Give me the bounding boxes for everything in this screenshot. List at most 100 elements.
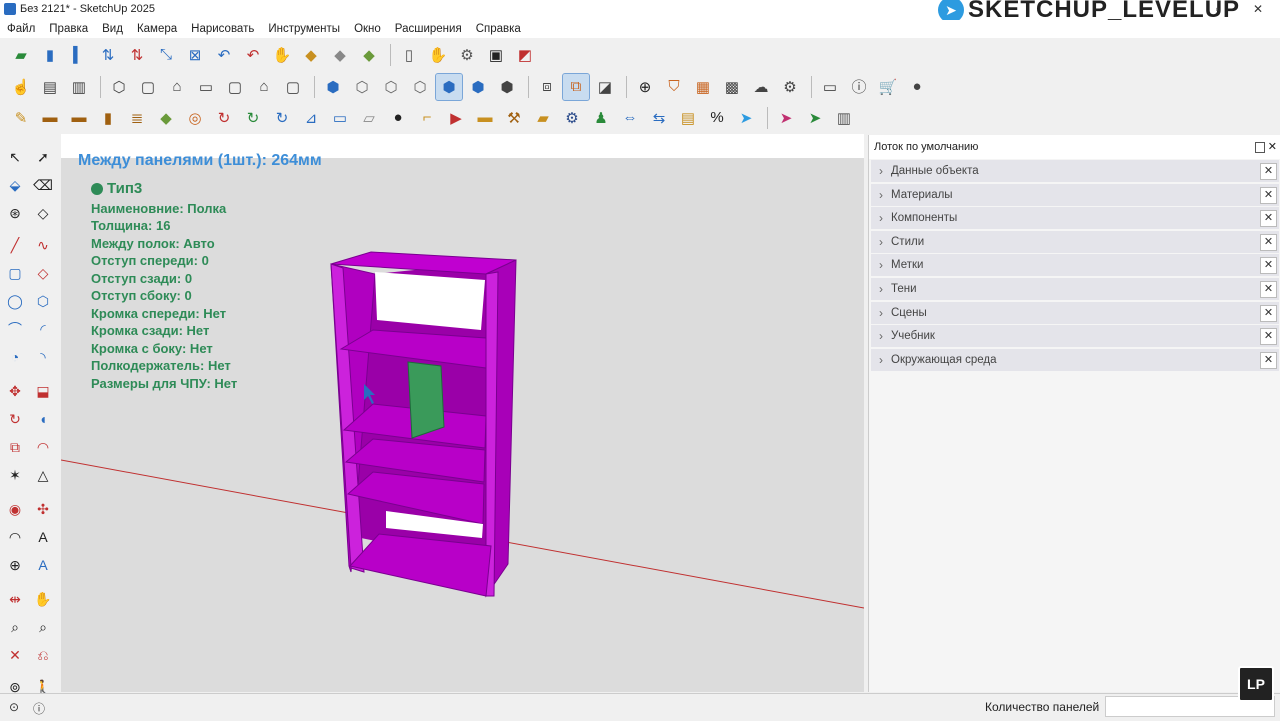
right-view-icon[interactable]: ▭ [193,74,219,100]
lasso-icon[interactable]: ➚ [32,146,54,168]
dimension-icon[interactable]: ✣ [32,498,54,520]
vertical-panel-icon[interactable]: ▍ [66,42,92,68]
push-pull-icon[interactable]: ⬓ [32,380,54,402]
section-icon[interactable]: ⧉ [562,72,590,101]
tray-item-components[interactable]: › Компоненты ✕ [871,207,1279,230]
cube-yellow-icon[interactable]: ◆ [298,42,324,68]
menu-tools[interactable]: Инструменты [261,20,347,38]
info-icon[interactable]: ⓘ [846,74,872,100]
close-icon[interactable]: ✕ [1260,280,1277,298]
add-icon[interactable]: ⊕ [632,74,658,100]
swap-icon[interactable]: ⇆ [646,105,672,131]
rectangle-icon[interactable]: ▢ [4,262,26,284]
menu-file[interactable]: Файл [0,20,42,38]
menu-extensions[interactable]: Расширения [388,20,469,38]
document-icon[interactable]: ▤ [37,74,63,100]
close-icon[interactable]: ✕ [1260,257,1277,275]
rotated-rect-icon[interactable]: ◇ [32,262,54,284]
close-window-button[interactable]: ✕ [1248,2,1268,16]
slab-icon[interactable]: ▭ [327,105,353,131]
move-icon[interactable]: ✥ [4,380,26,402]
ruler-icon[interactable]: ▬ [472,105,498,131]
pan-icon[interactable]: ✋ [32,588,54,610]
axes-tool-icon[interactable]: ⊕ [4,554,26,576]
cutlist-icon[interactable]: ◩ [512,42,538,68]
left-view-icon[interactable]: ⌂ [251,74,277,100]
wireframe-icon[interactable]: ⬡ [378,74,404,100]
front-view-icon[interactable]: ⌂ [164,74,190,100]
box-icon[interactable]: ◆ [153,105,179,131]
section-plane-icon[interactable]: ⇹ [4,588,26,610]
tray-item-environment[interactable]: › Окружающая среда ✕ [871,348,1279,371]
cart-icon[interactable]: 🛒 [875,74,901,100]
back-view-icon[interactable]: ▢ [222,74,248,100]
monochrome-icon[interactable]: ⬢ [494,74,520,100]
tray-item-scenes[interactable]: › Сцены ✕ [871,301,1279,324]
pointer-green-icon[interactable]: ➤ [802,105,828,131]
tray-item-styles[interactable]: › Стили ✕ [871,230,1279,253]
arc-icon[interactable]: ⌒ [4,318,26,340]
menu-help[interactable]: Справка [469,20,528,38]
3d-text-icon[interactable]: A [32,554,54,576]
drill-red-icon[interactable]: ▶ [443,105,469,131]
panel-tool-icon[interactable]: ▰ [8,42,34,68]
rotate-left-icon[interactable]: ↶ [211,42,237,68]
menu-view[interactable]: Вид [95,20,130,38]
close-icon[interactable]: ✕ [1260,351,1277,369]
cube-green-icon[interactable]: ◆ [356,42,382,68]
menu-edit[interactable]: Правка [42,20,95,38]
rotate-icon[interactable]: ↻ [4,408,26,430]
pin-icon[interactable] [1255,142,1265,153]
shaded-textures-icon[interactable]: ⬢ [465,74,491,100]
close-icon[interactable]: ✕ [1260,328,1277,346]
ocl-icon[interactable]: ▣ [483,42,509,68]
freehand-icon[interactable]: ∿ [32,234,54,256]
axes-icon[interactable]: ⊿ [298,105,324,131]
resize-icon[interactable]: ⇔ [617,105,643,131]
handle-icon[interactable]: ⌐ [414,105,440,131]
door-icon[interactable]: ▯ [396,42,422,68]
geo-location-icon[interactable]: ⊙ [9,700,19,714]
hidden-line-icon[interactable]: ⬡ [407,74,433,100]
top-view-icon[interactable]: ▢ [135,74,161,100]
rotate90-red-icon[interactable]: ↻ [211,105,237,131]
bottom-view-icon[interactable]: ▢ [280,74,306,100]
stack-icon[interactable]: ≣ [124,105,150,131]
pointer-pink-icon[interactable]: ➤ [773,105,799,131]
xray-icon[interactable]: ⬢ [320,74,346,100]
tag-tool-icon[interactable]: ⊛ [4,202,26,224]
back-edges-icon[interactable]: ⬡ [349,74,375,100]
tape-icon[interactable]: ◎ [182,105,208,131]
arc2-icon[interactable]: ◜ [32,318,54,340]
telegram-tool-icon[interactable]: ➤ [733,105,759,131]
extension-gear-icon[interactable]: ⚙ [777,74,803,100]
close-icon[interactable]: ✕ [1260,304,1277,322]
rotate-blue-icon[interactable]: ↻ [269,105,295,131]
close-icon[interactable]: ✕ [1260,186,1277,204]
eraser-icon[interactable]: ⌫ [32,174,54,196]
figure-icon[interactable]: ♟ [588,105,614,131]
erase-alt-icon[interactable]: ◇ [32,202,54,224]
percent-icon[interactable]: % [704,105,730,131]
building-icon[interactable]: ▦ [690,74,716,100]
drill-icon[interactable]: ⚒ [501,105,527,131]
triangle-icon[interactable]: △ [32,464,54,486]
checker-icon[interactable]: ▩ [719,74,745,100]
arc3-icon[interactable]: ◝ [32,346,54,368]
circle-icon[interactable]: ◯ [4,290,26,312]
close-icon[interactable]: ✕ [1260,210,1277,228]
zoom-window-icon[interactable]: ⌕ [32,616,54,638]
undo-red-icon[interactable]: ↶ [240,42,266,68]
menu-window[interactable]: Окно [347,20,388,38]
roll-icon[interactable]: ▤ [675,105,701,131]
settings-gear-icon[interactable]: ⚙ [559,105,585,131]
close-icon[interactable]: ✕ [1260,233,1277,251]
tray-item-materials[interactable]: › Материалы ✕ [871,183,1279,206]
select-arrow-icon[interactable]: ↖ [4,146,26,168]
cube-grey-icon[interactable]: ◆ [327,42,353,68]
print-icon[interactable]: ▥ [831,105,857,131]
shaded-icon[interactable]: ⬢ [435,72,463,101]
pencil-icon[interactable]: ✎ [8,105,34,131]
arrows-red-icon[interactable]: ⇅ [124,42,150,68]
tape-measure-icon[interactable]: ◉ [4,498,26,520]
